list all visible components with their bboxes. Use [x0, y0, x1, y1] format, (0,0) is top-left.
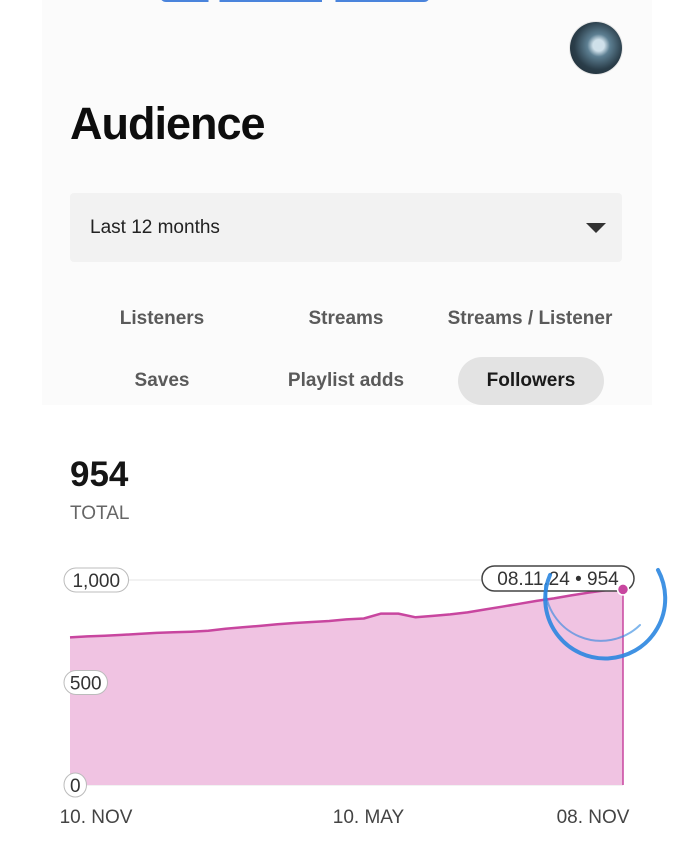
x-tick-label: 08. NOV: [557, 807, 630, 828]
svg-text:1,000: 1,000: [72, 571, 120, 592]
tab-streams-per-listener[interactable]: Streams / Listener: [430, 295, 630, 343]
top-link-strip[interactable]: [160, 0, 430, 2]
profile-avatar[interactable]: [570, 22, 622, 74]
tab-saves[interactable]: Saves: [106, 357, 218, 405]
followers-area-chart: 0 500 1,000 10. NOV 10. MAY 08. NOV 08.11.24 •…: [60, 565, 668, 828]
svg-text:08.11.24 • 954: 08.11.24 • 954: [497, 569, 619, 590]
svg-text:0: 0: [70, 776, 81, 797]
y-tick-label: 500: [63, 670, 108, 695]
tab-streams[interactable]: Streams: [290, 295, 402, 343]
period-dropdown[interactable]: Last 12 months: [70, 193, 622, 262]
tab-playlist-adds[interactable]: Playlist adds: [276, 357, 416, 405]
tab-listeners[interactable]: Listeners: [106, 295, 218, 343]
tab-followers[interactable]: Followers: [458, 357, 604, 405]
total-followers-value: 954: [70, 455, 129, 494]
y-tick-label: 1,000: [63, 567, 129, 593]
hover-tooltip: 08.11.24 • 954: [481, 565, 635, 592]
page-title: Audience: [70, 98, 266, 149]
x-tick-label: 10. NOV: [60, 807, 133, 828]
y-tick-label: 0: [63, 772, 87, 798]
total-followers-label: TOTAL: [70, 503, 130, 524]
period-dropdown-value: Last 12 months: [90, 217, 220, 238]
chevron-down-icon: [586, 223, 606, 233]
highlight-point: [616, 583, 630, 596]
svg-text:500: 500: [70, 674, 102, 695]
x-tick-label: 10. MAY: [333, 807, 405, 828]
